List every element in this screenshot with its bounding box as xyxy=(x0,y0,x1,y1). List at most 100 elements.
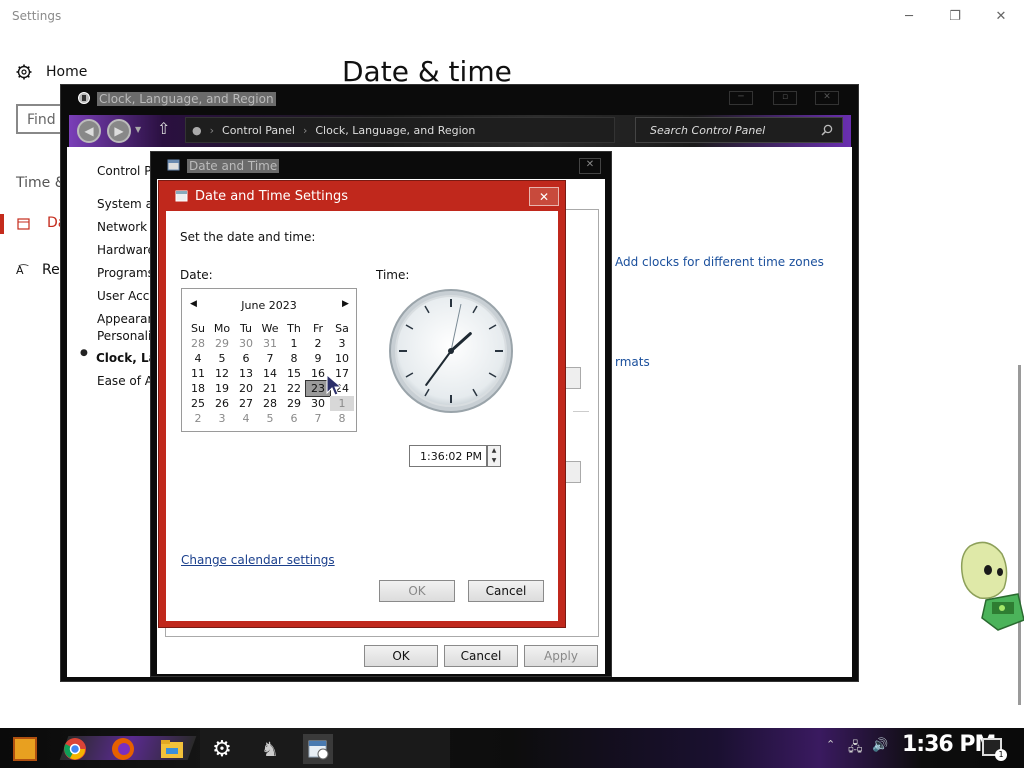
calendar-day[interactable]: 5 xyxy=(210,351,234,366)
close-button[interactable]: ✕ xyxy=(815,91,839,105)
calendar-day[interactable]: 21 xyxy=(258,381,282,396)
chrome-icon[interactable] xyxy=(60,734,90,764)
calendar-day[interactable]: 26 xyxy=(210,396,234,411)
calendar-day[interactable]: 8 xyxy=(330,411,354,426)
settings-window-title: Settings xyxy=(12,9,62,23)
calendar-day[interactable]: 22 xyxy=(282,381,306,396)
apply-button[interactable]: Apply xyxy=(524,645,598,667)
calendar-day[interactable]: 3 xyxy=(330,336,354,351)
up-arrow-icon[interactable]: ⇧ xyxy=(157,119,170,138)
calendar-day[interactable]: 29 xyxy=(282,396,306,411)
change-calendar-settings-link[interactable]: Change calendar settings xyxy=(181,553,335,567)
selection-indicator xyxy=(0,214,4,234)
calendar-day[interactable]: 6 xyxy=(282,411,306,426)
maximize-button[interactable]: ❐ xyxy=(932,4,978,28)
sidebar-item-date-time[interactable]: Da xyxy=(0,212,66,236)
calendar-day[interactable]: 28 xyxy=(186,336,210,351)
breadcrumb[interactable]: ● › Control Panel › Clock, Language, and… xyxy=(185,117,615,143)
chevron-down-icon[interactable]: ▼ xyxy=(488,456,500,466)
calendar-day[interactable]: 27 xyxy=(234,396,258,411)
calendar-day[interactable]: 1 xyxy=(282,336,306,351)
firefox-icon[interactable] xyxy=(108,734,138,764)
sidebar-item-programs[interactable]: Programs xyxy=(97,266,154,280)
calendar-day[interactable]: 1 xyxy=(330,396,354,411)
calendar-day[interactable]: 19 xyxy=(210,381,234,396)
analog-clock xyxy=(389,289,513,413)
ok-button[interactable]: OK xyxy=(379,580,455,602)
sidebar-item-region[interactable]: A͡ Re xyxy=(16,262,60,278)
breadcrumb-item[interactable]: Clock, Language, and Region xyxy=(315,124,475,137)
calendar-day[interactable]: 15 xyxy=(282,366,306,381)
file-explorer-icon[interactable] xyxy=(157,734,187,764)
sidebar-item-personalization[interactable]: Personaliz xyxy=(97,329,158,343)
maximize-button[interactable]: ▫ xyxy=(773,91,797,105)
calendar-picker[interactable]: ◀ June 2023 ▶ Su Mo Tu We Th Fr Sa 28 29 30 31 1 2 3 4… xyxy=(181,288,357,432)
next-month-button[interactable]: ▶ xyxy=(342,299,349,309)
search-input[interactable]: Search Control Panel xyxy=(635,117,843,143)
breadcrumb-item[interactable]: Control Panel xyxy=(222,124,295,137)
back-button[interactable]: ◀ xyxy=(77,119,101,143)
close-button[interactable]: ✕ xyxy=(978,4,1024,28)
calendar-day[interactable]: 10 xyxy=(330,351,354,366)
calendar-day[interactable]: 8 xyxy=(282,351,306,366)
search-icon[interactable] xyxy=(821,124,833,136)
calendar-day[interactable]: 6 xyxy=(234,351,258,366)
minimize-button[interactable]: ─ xyxy=(886,4,932,28)
calendar-day[interactable]: 20 xyxy=(234,381,258,396)
ok-button[interactable]: OK xyxy=(364,645,438,667)
calendar-day[interactable]: 29 xyxy=(210,336,234,351)
close-button[interactable]: ✕ xyxy=(529,187,559,206)
date-time-icon xyxy=(175,190,188,202)
chevron-up-icon[interactable]: ⌃ xyxy=(826,738,835,751)
calendar-day[interactable]: 31 xyxy=(258,336,282,351)
calendar-day[interactable]: 2 xyxy=(306,336,330,351)
time-spinner[interactable]: ▲ ▼ xyxy=(487,445,501,467)
sidebar-item-user-accounts[interactable]: User Acco xyxy=(97,289,157,303)
sidebar-item-appearance[interactable]: Appearan xyxy=(97,312,155,326)
network-icon[interactable]: 🖧 xyxy=(848,738,863,760)
add-clocks-link[interactable]: Add clocks for different time zones xyxy=(615,255,824,269)
change-timezone-button-partial[interactable] xyxy=(565,461,581,483)
weekday-header: Sa xyxy=(335,322,349,335)
calendar-day[interactable]: 4 xyxy=(186,351,210,366)
dialog-title: Date and Time Settings xyxy=(195,189,349,204)
calendar-day[interactable]: 7 xyxy=(306,411,330,426)
game-icon[interactable] xyxy=(10,734,40,764)
volume-icon[interactable]: 🔊 xyxy=(872,738,888,753)
calendar-day[interactable]: 5 xyxy=(258,411,282,426)
calendar-day[interactable]: 25 xyxy=(186,396,210,411)
chevron-up-icon[interactable]: ▲ xyxy=(488,446,500,456)
recent-dropdown-chevron-icon[interactable]: ▼ xyxy=(135,125,141,134)
calendar-day[interactable]: 2 xyxy=(186,411,210,426)
scrollbar[interactable] xyxy=(1018,365,1021,705)
settings-gear-icon[interactable]: ⚙ xyxy=(207,734,237,764)
calendar-day[interactable]: 28 xyxy=(258,396,282,411)
calendar-day[interactable]: 3 xyxy=(210,411,234,426)
change-date-button-partial[interactable] xyxy=(565,367,581,389)
close-button[interactable]: ✕ xyxy=(579,158,601,174)
calendar-month-title[interactable]: June 2023 xyxy=(182,299,356,312)
app-icon[interactable]: ♞ xyxy=(255,734,285,764)
change-formats-link[interactable]: rmats xyxy=(615,355,650,369)
forward-button[interactable]: ▶ xyxy=(107,119,131,143)
calendar-day[interactable]: 7 xyxy=(258,351,282,366)
cancel-button[interactable]: Cancel xyxy=(444,645,518,667)
sidebar-item-hardware[interactable]: Hardware xyxy=(97,243,155,257)
time-input[interactable]: 1:36:02 PM xyxy=(409,445,487,467)
cancel-button[interactable]: Cancel xyxy=(468,580,544,602)
calendar-day[interactable]: 12 xyxy=(210,366,234,381)
settings-home-link[interactable]: Home xyxy=(16,64,87,80)
calendar-day[interactable]: 4 xyxy=(234,411,258,426)
calendar-day[interactable]: 30 xyxy=(306,396,330,411)
calendar-day[interactable]: 30 xyxy=(234,336,258,351)
date-time-icon[interactable] xyxy=(303,734,333,764)
calendar-day[interactable]: 18 xyxy=(186,381,210,396)
sidebar-item-ease-of-access[interactable]: Ease of A xyxy=(97,374,153,388)
calendar-day[interactable]: 14 xyxy=(258,366,282,381)
notification-icon[interactable]: 1 xyxy=(982,738,1007,761)
calendar-day[interactable]: 13 xyxy=(234,366,258,381)
calendar-day[interactable]: 11 xyxy=(186,366,210,381)
minimize-button[interactable]: ─ xyxy=(729,91,753,105)
calendar-day[interactable]: 9 xyxy=(306,351,330,366)
divider xyxy=(573,411,589,412)
